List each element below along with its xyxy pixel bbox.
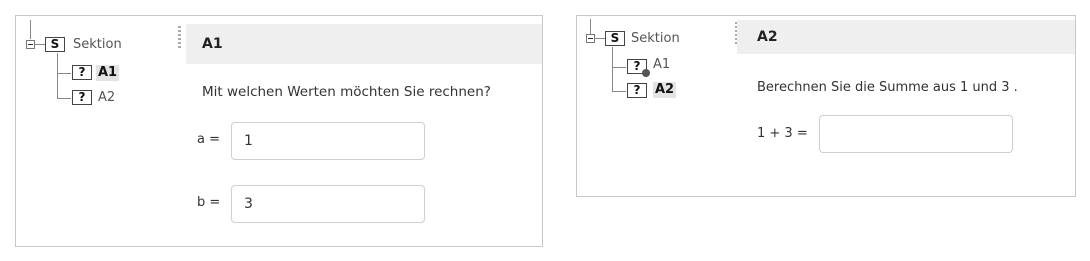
tree-connector [612,91,626,92]
tree-connector [612,47,613,92]
tree-connector [35,44,45,45]
collapse-icon[interactable] [26,40,35,49]
tree-connector [57,53,58,99]
input-a[interactable]: 1 [231,122,425,160]
tree-item-a2[interactable]: A2 [98,90,115,106]
question-panel-a1: S Sektion ? A1 ? A2 A1 Mit welchen Werte… [15,15,543,247]
answer-label: 1 + 3 = [757,126,808,141]
question-content: A1 Mit welchen Werten möchten Sie rechne… [176,16,542,246]
question-header: A2 [737,20,1075,54]
tree-connector [30,20,31,39]
question-text: Berechnen Sie die Summe aus 1 und 3 . [757,80,1018,95]
question-icon: ? [72,65,92,80]
splitter-handle[interactable] [178,26,181,50]
question-content: A2 Berechnen Sie die Summe aus 1 und 3 .… [735,16,1075,196]
answered-dot-icon [642,69,650,77]
question-header: A1 [186,24,542,64]
field-label-b: b = [197,195,221,210]
tree-item-a2[interactable]: A2 [653,82,677,98]
input-b[interactable]: 3 [231,185,425,223]
navigation-tree: S Sektion ? A1 ? A2 [577,16,737,196]
tree-connector [595,38,605,39]
tree-connector [57,98,71,99]
question-text: Mit welchen Werten möchten Sie rechnen? [202,84,491,100]
navigation-tree: S Sektion ? A1 ? A2 [16,16,176,246]
tree-connector [57,73,71,74]
tree-item-section[interactable]: Sektion [631,31,680,47]
question-title: A2 [757,29,778,45]
tree-item-a1[interactable]: A1 [96,65,120,81]
answer-input[interactable] [819,115,1013,153]
question-icon: ? [72,90,92,105]
section-icon: S [605,31,625,46]
question-panel-a2: S Sektion ? A1 ? A2 A2 Berechnen Sie die… [576,15,1076,197]
tree-connector [612,67,626,68]
field-label-a: a = [197,132,220,147]
tree-item-a1[interactable]: A1 [653,57,670,73]
question-icon: ? [627,83,647,98]
question-title: A1 [202,36,223,52]
section-icon: S [45,37,65,52]
collapse-icon[interactable] [586,34,595,43]
tree-item-section[interactable]: Sektion [73,37,122,53]
